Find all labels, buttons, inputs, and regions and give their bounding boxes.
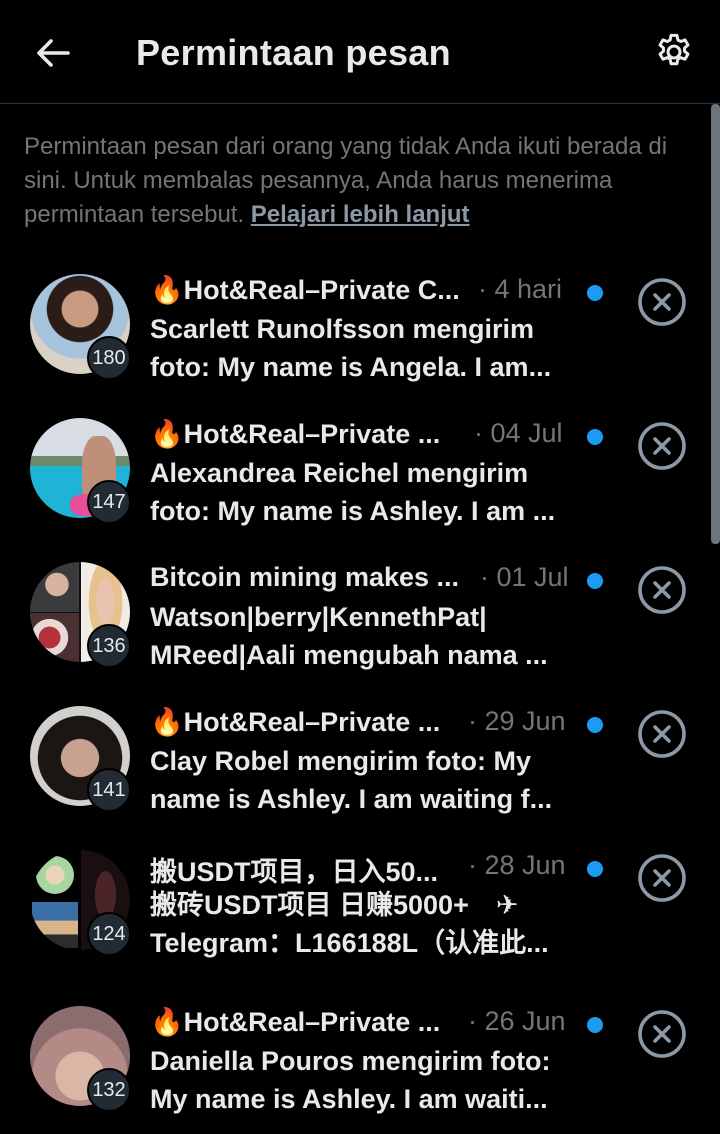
settings-button[interactable] (650, 28, 698, 76)
dismiss-button[interactable] (636, 420, 688, 472)
conversation-name: 🔥Hot&Real–Private ... (150, 1007, 441, 1037)
conversation-name: 🔥Hot&Real–Private C... (150, 275, 460, 305)
dismiss-button[interactable] (636, 708, 688, 760)
timestamp: · 29 Jun (468, 706, 566, 736)
member-count-badge: 124 (87, 912, 131, 956)
message-preview-line: MReed|Aali mengubah nama ... (150, 640, 548, 670)
message-preview-line: Clay Robel mengirim foto: My (150, 746, 532, 776)
message-request-row[interactable]: 141 🔥Hot&Real–Private ... · 29 Jun Clay … (0, 690, 720, 834)
dismiss-button[interactable] (636, 564, 688, 616)
message-preview-line: Scarlett Runolfsson mengirim (150, 314, 535, 344)
learn-more-link[interactable]: Pelajari lebih lanjut (251, 201, 470, 228)
unread-indicator (587, 861, 603, 877)
message-request-row[interactable]: 180 🔥Hot&Real–Private C... · 4 hari Scar… (0, 258, 720, 402)
dismiss-button[interactable] (636, 276, 688, 328)
unread-indicator (587, 429, 603, 445)
close-circle-icon (638, 710, 686, 758)
arrow-left-icon (37, 39, 70, 67)
top-app-bar: Permintaan pesan (0, 0, 720, 104)
message-preview-line: foto: My name is Angela. I am... (150, 352, 552, 382)
conversation-name: Bitcoin mining makes ... (150, 562, 460, 592)
message-preview-line: name is Ashley. I am waiting f... (150, 784, 553, 814)
unread-indicator (587, 285, 603, 301)
member-count-badge: 180 (87, 336, 131, 380)
timestamp: · 4 hari (478, 274, 563, 304)
message-preview: 搬砖USDT项目 日赚5000+ ✈ Telegram：L166188L（认准此… (150, 886, 570, 962)
timestamp: · 28 Jun (468, 850, 566, 880)
timestamp: · 26 Jun (468, 1006, 566, 1036)
message-request-row[interactable]: 136 Bitcoin mining makes ... · 01 Jul Wa… (0, 546, 720, 690)
close-circle-icon (638, 854, 686, 902)
message-preview: Watson|berry|KennethPat| MReed|Aali meng… (150, 598, 570, 674)
conversation-name: 搬USDT项目，日入50... (150, 857, 439, 887)
dismiss-button[interactable] (636, 1008, 688, 1060)
member-count-badge: 132 (87, 1068, 131, 1112)
close-circle-icon (638, 278, 686, 326)
message-preview-line: Daniella Pouros mengirim foto: (150, 1046, 551, 1076)
message-preview-line: Alexandrea Reichel mengirim (150, 458, 529, 488)
message-preview: Clay Robel mengirim foto: My name is Ash… (150, 742, 570, 818)
conversation-name: 🔥Hot&Real–Private ... (150, 707, 441, 737)
intro-text: Permintaan pesan dari orang yang tidak A… (24, 130, 696, 232)
message-request-row[interactable]: 124 搬USDT项目，日入50... · 28 Jun 搬砖USDT项目 日赚… (0, 834, 720, 978)
close-circle-icon (638, 1010, 686, 1058)
message-preview-line: Telegram：L166188L（认准此... (150, 928, 549, 958)
message-preview-line: 搬砖USDT项目 日赚5000+ ✈ (150, 890, 519, 920)
message-preview-line: My name is Ashley. I am waiti... (150, 1084, 548, 1114)
unread-indicator (587, 1017, 603, 1033)
timestamp: · 01 Jul (480, 562, 569, 592)
unread-indicator (587, 717, 603, 733)
message-preview-line: foto: My name is Ashley. I am ... (150, 496, 556, 526)
dismiss-button[interactable] (636, 852, 688, 904)
back-button[interactable] (30, 30, 76, 76)
message-preview: Alexandrea Reichel mengirim foto: My nam… (150, 454, 570, 530)
message-preview: Scarlett Runolfsson mengirim foto: My na… (150, 310, 570, 386)
timestamp: · 04 Jul (474, 418, 563, 448)
message-preview-line: Watson|berry|KennethPat| (150, 602, 487, 632)
member-count-badge: 136 (87, 624, 131, 668)
gear-icon (658, 33, 690, 66)
page-title: Permintaan pesan (136, 32, 451, 73)
conversation-name: 🔥Hot&Real–Private ... (150, 419, 441, 449)
close-circle-icon (638, 566, 686, 614)
message-request-row[interactable]: 132 🔥Hot&Real–Private ... · 26 Jun Danie… (0, 990, 720, 1134)
close-circle-icon (638, 422, 686, 470)
member-count-badge: 141 (87, 768, 131, 812)
member-count-badge: 147 (87, 480, 131, 524)
unread-indicator (587, 573, 603, 589)
message-request-row[interactable]: 147 🔥Hot&Real–Private ... · 04 Jul Alexa… (0, 402, 720, 546)
message-preview: Daniella Pouros mengirim foto: My name i… (150, 1042, 570, 1118)
